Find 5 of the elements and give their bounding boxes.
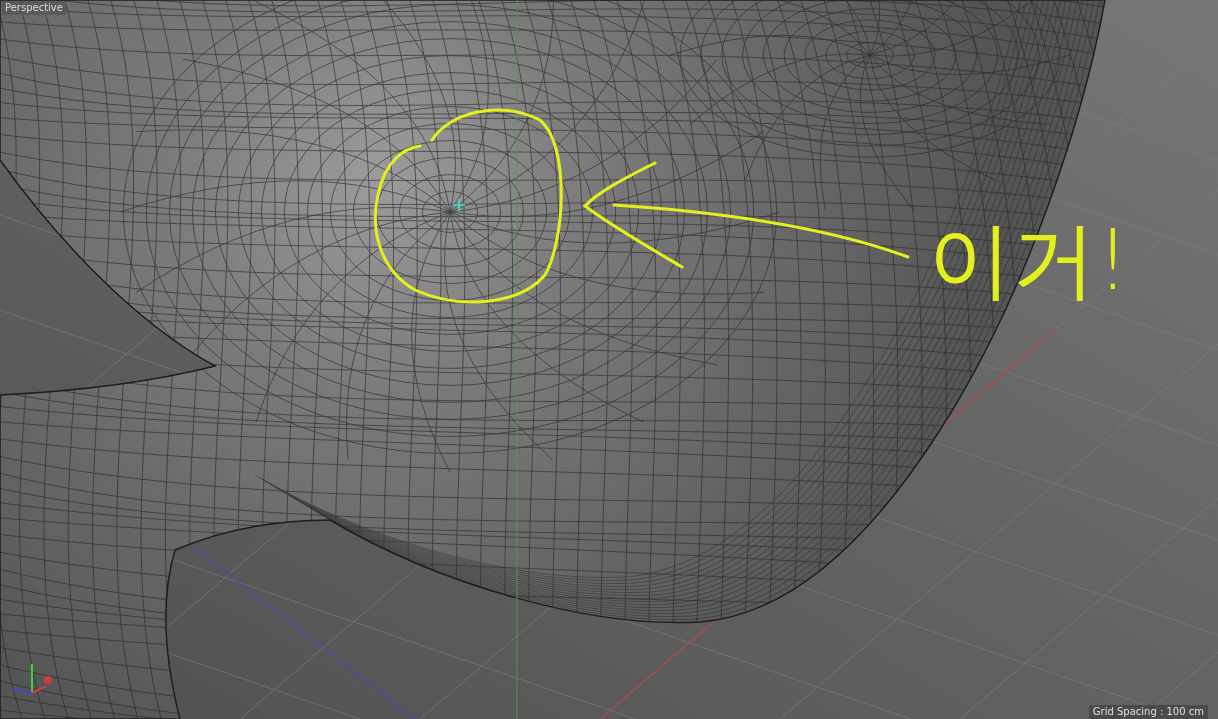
crosshair-icon xyxy=(452,198,466,212)
grid-spacing-label: Grid Spacing : 100 cm xyxy=(1088,705,1208,719)
view-label: Perspective xyxy=(2,1,66,15)
axis-gizmo-icon xyxy=(10,662,54,696)
annotation-text: 이거! xyxy=(928,218,1130,302)
